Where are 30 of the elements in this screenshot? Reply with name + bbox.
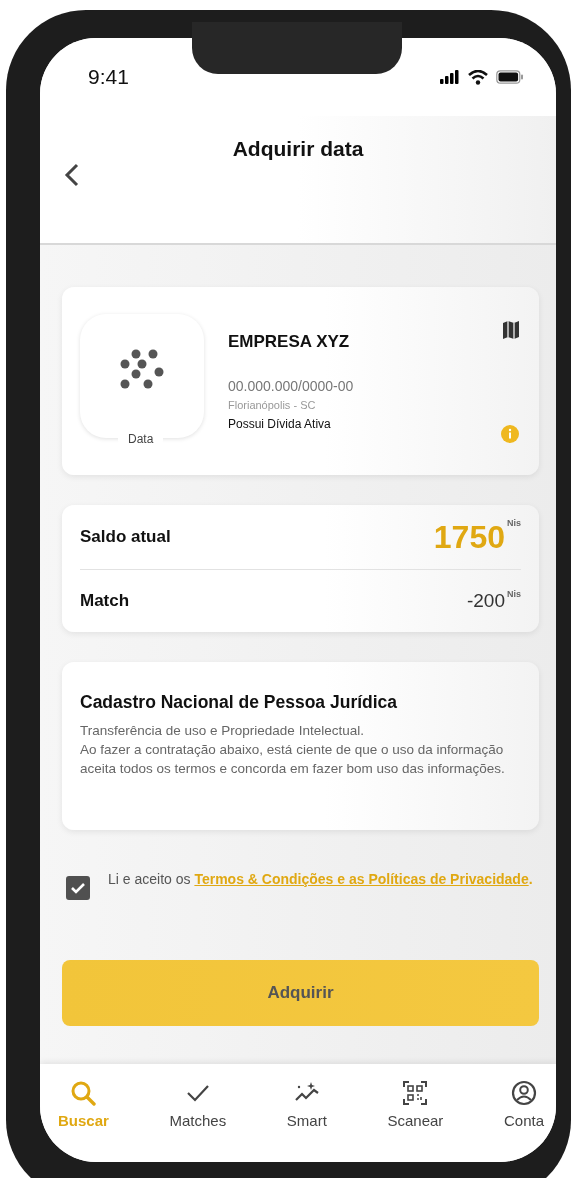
- info-title: Cadastro Nacional de Pessoa Jurídica: [80, 692, 399, 713]
- balance-label: Saldo atual: [80, 527, 171, 547]
- info-paragraph: Transferência de uso e Propriedade Intelectual.: [80, 722, 365, 740]
- company-name: EMPRESA XYZ: [228, 331, 351, 352]
- company-location: Florianópolis - SC: [228, 398, 317, 411]
- company-status: Possui Dívida Ativa: [228, 416, 332, 431]
- terms-text: Li e aceito os Termos & Condições e as Políticas de Privacidade.: [108, 870, 533, 889]
- back-button[interactable]: [64, 163, 80, 187]
- dots-icon: [119, 349, 165, 389]
- search-icon: [70, 1080, 97, 1106]
- screen-title: Adquirir data: [232, 136, 364, 161]
- info-paragraph: Ao fazer a contratação abaixo, está ciente de que o uso da informação aceita todos os termos e concorda em fazer bom uso das informações.: [80, 741, 506, 778]
- balance-value: 1750$^{Nis}$: [433, 518, 521, 556]
- balance-label: Match: [80, 591, 130, 611]
- battery-icon: [496, 70, 524, 84]
- map-icon[interactable]: [503, 321, 519, 339]
- nav-tab[interactable]: Matches: [169, 1080, 227, 1162]
- wifi-icon: [468, 69, 488, 85]
- acquire-button[interactable]: Adquirir: [62, 960, 539, 1026]
- qr-scan-icon: [402, 1080, 429, 1106]
- account-icon: [510, 1080, 537, 1106]
- terms-checkbox[interactable]: [66, 876, 90, 900]
- signal-icon: [440, 70, 460, 84]
- nav-tab[interactable]: Conta: [503, 1080, 544, 1162]
- nav-tab[interactable]: Scanear: [387, 1080, 444, 1162]
- balance-value: -200$^{Nis}$: [466, 590, 521, 612]
- company-cnpj: 00.000.000/0000-00: [228, 377, 354, 394]
- status-time: 9:41: [88, 65, 129, 89]
- nav-tab[interactable]: Smart: [286, 1080, 327, 1162]
- checkmark-icon: [70, 882, 86, 894]
